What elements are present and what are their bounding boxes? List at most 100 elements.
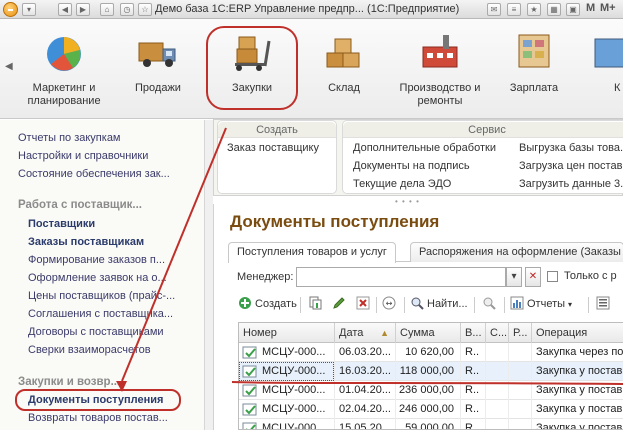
command-bar: Создать ↔ Найти... Отчеты ▾ xyxy=(230,292,623,316)
app-menu-button[interactable] xyxy=(3,2,18,17)
cell-date: 06.03.20... xyxy=(335,343,396,362)
cell-date: 01.04.20... xyxy=(335,381,396,400)
cell-text: 15.05.20... xyxy=(339,422,391,430)
list-settings-button[interactable] xyxy=(596,295,613,315)
section-warehouse[interactable]: Склад xyxy=(304,19,384,119)
history-list-icon[interactable]: ≡ xyxy=(507,3,521,16)
column-s[interactable]: С... xyxy=(486,323,509,343)
nav-link-supplier-orders[interactable]: Заказы поставщикам xyxy=(28,236,144,248)
cell-number: МСЦУ-000... xyxy=(239,381,335,400)
star-icon[interactable]: ☆ xyxy=(138,3,152,16)
calendar-icon[interactable]: ▦ xyxy=(547,3,561,16)
column-v[interactable]: В... xyxy=(461,323,486,343)
find-button[interactable]: Найти... xyxy=(410,295,468,315)
section-marketing[interactable]: Маркетинг и планирование xyxy=(18,19,110,119)
navigate-button[interactable]: ↔ xyxy=(382,295,399,315)
cell-v: R.. xyxy=(461,381,486,400)
nav-link-reconciliation[interactable]: Сверки взаиморасчетов xyxy=(28,344,151,356)
column-operation[interactable]: Операция xyxy=(532,323,623,343)
manager-input[interactable] xyxy=(296,267,506,287)
nav-link-settings[interactable]: Настройки и справочники xyxy=(18,150,148,162)
nav-link-supply-status[interactable]: Состояние обеспечения зак... xyxy=(18,168,170,180)
nav-link-agreements[interactable]: Соглашения с поставщика... xyxy=(28,308,173,320)
delete-button[interactable] xyxy=(356,295,373,315)
service-link-export-base[interactable]: Выгрузка базы това... xyxy=(519,142,623,154)
search-cancel-icon xyxy=(483,297,496,310)
cell-text: Закупка через пос xyxy=(536,346,623,358)
table-row[interactable]: МСЦУ-000... 06.03.20... 10 620,00 R.. Закупк… xyxy=(239,343,623,362)
column-r[interactable]: Р... xyxy=(509,323,532,343)
calculator-icon[interactable]: ▣ xyxy=(566,3,580,16)
cell-op: Закупка у постав xyxy=(532,419,623,429)
section-label: Маркетинг и планирование xyxy=(27,82,101,107)
cancel-search-button[interactable] xyxy=(482,295,499,315)
nav-link-contracts[interactable]: Договоры с поставщиками xyxy=(28,326,164,338)
nav-link-supplier-prices[interactable]: Цены поставщиков (прайс-... xyxy=(28,290,175,302)
column-number[interactable]: Номер xyxy=(239,323,335,343)
section-label: Зарплата xyxy=(509,82,559,94)
history-icon[interactable]: ◷ xyxy=(120,3,134,16)
edit-button[interactable] xyxy=(332,295,349,315)
copy-button[interactable] xyxy=(308,295,325,315)
service-link-load-prices[interactable]: Загрузка цен постав... xyxy=(519,160,623,172)
table-row[interactable]: МСЦУ-000... 15.05.20... 59 000,00 R.. Закупк… xyxy=(239,419,623,430)
memory-mplus-button[interactable]: M+ xyxy=(600,2,616,14)
chevron-down-icon: ▾ xyxy=(568,300,573,309)
column-date[interactable]: Дата ▲ xyxy=(335,323,396,343)
dropdown-arrow-icon[interactable]: ▾ xyxy=(22,3,36,16)
manager-clear-icon[interactable]: ✕ xyxy=(525,267,541,287)
service-link-additional-processing[interactable]: Дополнительные обработки xyxy=(353,142,496,154)
tab-receipt-orders[interactable]: Распоряжения на оформление (Заказы xyxy=(410,242,623,262)
cell-r xyxy=(509,400,532,419)
service-link-documents-to-sign[interactable]: Документы на подпись xyxy=(353,160,470,172)
table-header: Номер Дата ▲ Сумма В... С... Р... Операци… xyxy=(239,323,623,343)
only-checkbox[interactable] xyxy=(547,271,558,282)
tab-goods-receipts[interactable]: Поступления товаров и услуг xyxy=(228,242,396,263)
service-group: Сервис Дополнительные обработки Документ… xyxy=(342,120,623,194)
forward-arrow-icon[interactable]: ▶ xyxy=(76,3,90,16)
toolbar-separator xyxy=(300,297,301,313)
cell-s xyxy=(486,381,509,400)
cell-text: 246 000,00 xyxy=(398,403,454,415)
section-salary[interactable]: Зарплата xyxy=(496,19,572,119)
section-sales[interactable]: Продажи xyxy=(118,19,198,119)
cell-text: R.. xyxy=(465,422,480,430)
cell-text: R.. xyxy=(465,403,480,415)
nav-link-purchase-reports[interactable]: Отчеты по закупкам xyxy=(18,132,121,144)
sections-panel: ◀ Маркетинг и планирование Продажи Закуп… xyxy=(0,19,623,119)
posted-document-icon xyxy=(242,403,257,416)
section-partial[interactable]: К xyxy=(582,19,623,119)
service-link-edo-tasks[interactable]: Текущие дела ЭДО xyxy=(353,178,451,190)
cell-text: 16.03.20... xyxy=(339,365,391,377)
toolbar-separator xyxy=(504,297,505,313)
cell-r xyxy=(509,362,532,381)
create-button[interactable]: Создать xyxy=(238,295,297,315)
message-icon[interactable]: ✉ xyxy=(487,3,501,16)
home-icon[interactable]: ⌂ xyxy=(100,3,114,16)
cell-sum: 10 620,00 xyxy=(396,343,461,362)
table-row[interactable]: МСЦУ-000... 16.03.20... 118 000,00 R.. Закуп… xyxy=(239,362,623,381)
table-row[interactable]: МСЦУ-000... 01.04.20... 236 000,00 R.. Закуп… xyxy=(239,381,623,400)
reports-button[interactable]: Отчеты ▾ xyxy=(510,295,572,315)
section-production[interactable]: Производство и ремонты xyxy=(392,19,488,119)
manager-dropdown-icon[interactable]: ▾ xyxy=(506,267,522,287)
back-arrow-icon[interactable]: ◀ xyxy=(58,3,72,16)
cell-v: R.. xyxy=(461,419,486,430)
column-sum[interactable]: Сумма xyxy=(396,323,461,343)
nav-group-suppliers: Работа с поставщик... xyxy=(18,199,142,211)
nav-link-suppliers[interactable]: Поставщики xyxy=(28,218,95,230)
service-link-load-data[interactable]: Загрузить данные 3... xyxy=(519,178,623,190)
cell-v: R.. xyxy=(461,362,486,381)
nav-link-order-forming[interactable]: Формирование заказов п... xyxy=(28,254,165,266)
manager-label: Менеджер: xyxy=(237,271,294,283)
scroll-left-icon[interactable]: ◀ xyxy=(5,61,13,72)
cell-sum: 59 000,00 xyxy=(396,419,461,429)
favorites-icon[interactable]: ★ xyxy=(527,3,541,16)
memory-m-button[interactable]: M xyxy=(586,2,595,14)
create-supplier-order-link[interactable]: Заказ поставщику xyxy=(227,142,319,154)
panel-splitter[interactable] xyxy=(205,120,213,430)
nav-link-returns[interactable]: Возвраты товаров постав... xyxy=(28,412,168,424)
nav-link-request-forming[interactable]: Оформление заявок на о... xyxy=(28,272,167,284)
table-row[interactable]: МСЦУ-000... 02.04.20... 246 000,00 R.. Закуп… xyxy=(239,400,623,419)
report-icon xyxy=(510,296,524,310)
